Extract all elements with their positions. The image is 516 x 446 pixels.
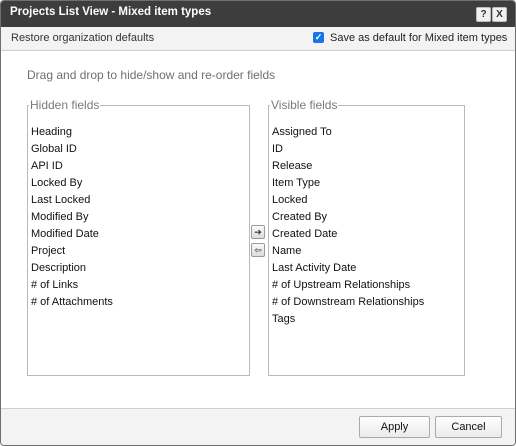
hidden-field-item[interactable]: Locked By xyxy=(31,175,249,192)
hidden-field-item[interactable]: Modified By xyxy=(31,209,249,226)
hidden-fields-legend: Hidden fields xyxy=(30,98,100,112)
field-config-dialog: Projects List View - Mixed item types ? … xyxy=(0,0,516,446)
hidden-field-item[interactable]: API ID xyxy=(31,158,249,175)
visible-field-item[interactable]: # of Upstream Relationships xyxy=(272,277,464,294)
close-icon[interactable]: X xyxy=(492,7,507,22)
visible-field-item[interactable]: ID xyxy=(272,141,464,158)
hidden-field-item[interactable]: Heading xyxy=(31,124,249,141)
visible-field-item[interactable]: # of Downstream Relationships xyxy=(272,294,464,311)
visible-field-item[interactable]: Created Date xyxy=(272,226,464,243)
hidden-field-item[interactable]: # of Attachments xyxy=(31,294,249,311)
visible-field-item[interactable]: Item Type xyxy=(272,175,464,192)
arrow-left-icon[interactable]: ⇦ xyxy=(251,243,265,257)
dialog-title: Projects List View - Mixed item types xyxy=(10,6,212,18)
apply-button[interactable]: Apply xyxy=(359,416,430,438)
save-default-checkbox[interactable]: ✓ xyxy=(313,32,324,43)
visible-field-item[interactable]: Last Activity Date xyxy=(272,260,464,277)
dialog-content: Drag and drop to hide/show and re-order … xyxy=(1,51,515,408)
hidden-field-item[interactable]: Project xyxy=(31,243,249,260)
instruction-text: Drag and drop to hide/show and re-order … xyxy=(27,68,276,82)
dialog-footer: Apply Cancel xyxy=(1,408,515,445)
dialog-titlebar: Projects List View - Mixed item types ? … xyxy=(1,1,515,27)
save-default-label[interactable]: Save as default for Mixed item types xyxy=(330,32,507,44)
visible-field-item[interactable]: Locked xyxy=(272,192,464,209)
hidden-field-item[interactable]: Description xyxy=(31,260,249,277)
options-bar: Restore organization defaults ✓ Save as … xyxy=(1,27,515,51)
arrow-right-icon[interactable]: ➔ xyxy=(251,225,265,239)
visible-field-item[interactable]: Tags xyxy=(272,311,464,328)
restore-defaults-link[interactable]: Restore organization defaults xyxy=(11,32,154,44)
hidden-fields-list: Hidden fields Heading Global ID API ID Lock… xyxy=(27,99,250,376)
hidden-field-item[interactable]: Modified Date xyxy=(31,226,249,243)
visible-field-item[interactable]: Release xyxy=(272,158,464,175)
visible-field-item[interactable]: Name xyxy=(272,243,464,260)
hidden-field-item[interactable]: Global ID xyxy=(31,141,249,158)
visible-fields-legend: Visible fields xyxy=(271,98,338,112)
visible-field-item[interactable]: Created By xyxy=(272,209,464,226)
visible-field-item[interactable]: Assigned To xyxy=(272,124,464,141)
cancel-button[interactable]: Cancel xyxy=(435,416,502,438)
visible-fields-list: Visible fields Assigned To ID Release Item … xyxy=(268,99,465,376)
hidden-field-item[interactable]: # of Links xyxy=(31,277,249,294)
help-icon[interactable]: ? xyxy=(476,7,491,22)
hidden-field-item[interactable]: Last Locked xyxy=(31,192,249,209)
